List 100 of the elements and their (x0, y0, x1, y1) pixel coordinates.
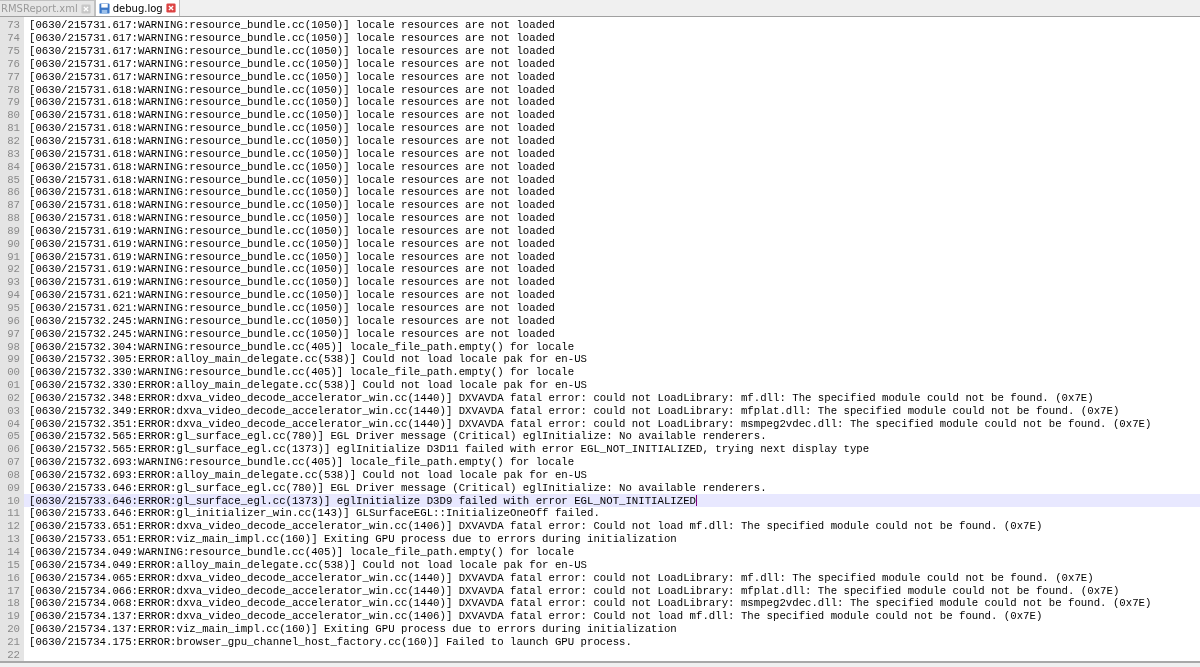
log-line: [0630/215731.618:WARNING:resource_bundle.cc(1050)] locale resources are not loaded (29, 147, 555, 160)
log-line: [0630/215734.049:ERROR:alloy_main_delegate.cc(538)] Could not load locale pak for en-US (29, 558, 587, 571)
line-number: 11 (6, 507, 21, 520)
line-number: 86 (6, 186, 21, 199)
line-number: 87 (6, 199, 21, 212)
log-line: [0630/215732.245:WARNING:resource_bundle.cc(1050)] locale resources are not loaded (29, 314, 555, 327)
line-number: 75 (6, 45, 21, 58)
line-number: 85 (6, 173, 21, 186)
line-number: 14 (6, 546, 21, 558)
log-line: [0630/215731.618:WARNING:resource_bundle.cc(1050)] locale resources are not loaded (29, 96, 555, 109)
line-number: 10 (6, 494, 21, 507)
line-number: 16 (6, 571, 21, 584)
line-number: 73 (6, 19, 21, 32)
line-number: 20 (6, 623, 21, 636)
log-line: [0630/215731.617:WARNING:resource_bundle.cc(1050)] locale resources are not loaded (29, 70, 555, 83)
line-number: 12 (6, 520, 21, 533)
line-number: 79 (6, 96, 21, 109)
log-line: [0630/215734.049:WARNING:resource_bundle.cc(405)] locale_file_path.empty() for locale (29, 546, 575, 558)
file-tab[interactable]: debug.log (94, 0, 180, 16)
log-line: [0630/215732.349:ERROR:dxva_video_decode_accelerator_win.cc(1440)] DXVAVDA fatal error: could not LoadLibrary: mfplat.dll: The specified module could not be found. (0x7E) (29, 404, 1120, 417)
log-line: [0630/215731.619:WARNING:resource_bundle.cc(1050)] locale resources are not loaded (29, 237, 555, 250)
log-line: [0630/215734.068:ERROR:dxva_video_decode_accelerator_win.cc(1440)] DXVAVDA fatal error: could not LoadLibrary: msmpeg2vdec.dll: The specified module could not be found. (0x7E) (29, 597, 1152, 610)
log-line: [0630/215731.618:WARNING:resource_bundle.cc(1050)] locale resources are not loaded (29, 199, 555, 212)
line-number: 19 (6, 610, 21, 623)
log-line: [0630/215731.618:WARNING:resource_bundle.cc(1050)] locale resources are not loaded (29, 109, 555, 122)
log-line: [0630/215731.619:WARNING:resource_bundle.cc(1050)] locale resources are not loaded (29, 250, 555, 263)
line-number: 04 (6, 417, 21, 430)
log-line: [0630/215731.618:WARNING:resource_bundle.cc(1050)] locale resources are not loaded (29, 83, 555, 96)
line-number: 17 (6, 584, 21, 597)
log-line: [0630/215732.348:ERROR:dxva_video_decode_accelerator_win.cc(1440)] DXVAVDA fatal error: could not LoadLibrary: mf.dll: The specified module could not be found. (0x7E) (29, 391, 1094, 404)
log-line: [0630/215732.245:WARNING:resource_bundle.cc(1050)] locale resources are not loaded (29, 327, 555, 340)
log-line: [0630/215732.304:WARNING:resource_bundle.cc(405)] locale_file_path.empty() for locale (29, 340, 575, 353)
text-cursor (696, 495, 697, 507)
log-line: [0630/215734.066:ERROR:dxva_video_decode_accelerator_win.cc(1440)] DXVAVDA fatal error: could not LoadLibrary: mfplat.dll: The specified module could not be found. (0x7E) (29, 584, 1120, 597)
log-line: [0630/215731.617:WARNING:resource_bundle.cc(1050)] locale resources are not loaded (29, 32, 555, 45)
log-line: [0630/215731.618:WARNING:resource_bundle.cc(1050)] locale resources are not loaded (29, 186, 555, 199)
log-line: [0630/215731.617:WARNING:resource_bundle.cc(1050)] locale resources are not loaded (29, 19, 555, 32)
line-number: 93 (6, 276, 21, 289)
log-line: [0630/215732.330:WARNING:resource_bundle.cc(405)] locale_file_path.empty() for locale (29, 366, 575, 379)
log-line: [0630/215731.621:WARNING:resource_bundle.cc(1050)] locale resources are not loaded (29, 289, 555, 302)
line-number: 88 (6, 212, 21, 225)
line-number: 01 (6, 379, 21, 392)
log-line: [0630/215732.351:ERROR:dxva_video_decode_accelerator_win.cc(1440)] DXVAVDA fatal error: could not LoadLibrary: msmpeg2vdec.dll: The specified module could not be found. (0x7E) (29, 417, 1152, 430)
line-number: 15 (6, 558, 21, 571)
line-number: 90 (6, 237, 21, 250)
line-number: 00 (6, 366, 21, 379)
line-number: 99 (6, 353, 21, 366)
line-number: 18 (6, 597, 21, 610)
line-number: 91 (6, 250, 21, 263)
log-line: [0630/215734.137:ERROR:dxva_video_decode_accelerator_win.cc(1406)] DXVAVDA fatal error: Could not load mf.dll: The specified module could not be found. (0x7E) (29, 610, 1043, 623)
line-number: 05 (6, 430, 21, 443)
log-line: [0630/215731.618:WARNING:resource_bundle.cc(1050)] locale resources are not loaded (29, 160, 555, 173)
line-number: 97 (6, 327, 21, 340)
line-number: 96 (6, 314, 21, 327)
log-line: [0630/215733.646:ERROR:gl_surface_egl.cc(780)] EGL Driver message (Critical) eglInitialize: No available renderers. (29, 481, 767, 494)
close-icon[interactable] (165, 3, 176, 13)
line-number: 84 (6, 160, 21, 173)
log-line: [0630/215733.651:ERROR:viz_main_impl.cc(160)] Exiting GPU process due to errors during initialization (29, 533, 677, 546)
line-number: 81 (6, 122, 21, 135)
line-number: 06 (6, 443, 21, 456)
log-line: [0630/215731.618:WARNING:resource_bundle.cc(1050)] locale resources are not loaded (29, 212, 555, 225)
line-number: 08 (6, 468, 21, 481)
line-number: 78 (6, 83, 21, 96)
log-line: [0630/215732.693:WARNING:resource_bundle.cc(405)] locale_file_path.empty() for locale (29, 456, 575, 469)
log-line: [0630/215733.651:ERROR:dxva_video_decode_accelerator_win.cc(1406)] DXVAVDA fatal error: Could not load mf.dll: The specified module could not be found. (0x7E) (29, 520, 1043, 533)
line-number: 77 (6, 70, 21, 83)
log-line: [0630/215731.619:WARNING:resource_bundle.cc(1050)] locale resources are not loaded (29, 276, 555, 289)
line-number: 09 (6, 481, 21, 494)
line-number: 07 (6, 456, 21, 469)
log-line: [0630/215731.617:WARNING:resource_bundle.cc(1050)] locale resources are not loaded (29, 57, 555, 70)
line-number: 82 (6, 135, 21, 147)
line-number: 80 (6, 109, 21, 122)
log-line: [0630/215731.618:WARNING:resource_bundle.cc(1050)] locale resources are not loaded (29, 122, 555, 135)
log-line: [0630/215731.617:WARNING:resource_bundle.cc(1050)] locale resources are not loaded (29, 45, 555, 58)
log-line: [0630/215732.330:ERROR:alloy_main_delegate.cc(538)] Could not load locale pak for en-US (29, 379, 587, 392)
log-line: [0630/215731.621:WARNING:resource_bundle.cc(1050)] locale resources are not loaded (29, 302, 555, 314)
log-line: [0630/215734.175:ERROR:browser_gpu_channel_host_factory.cc(160)] Failed to launch GPU process. (29, 635, 632, 648)
line-number: 03 (6, 404, 21, 417)
log-line: [0630/215731.619:WARNING:resource_bundle.cc(1050)] locale resources are not loaded (29, 263, 555, 276)
line-number: 21 (6, 635, 21, 648)
log-line: [0630/215731.618:WARNING:resource_bundle.cc(1050)] locale resources are not loaded (29, 173, 555, 186)
log-line: [0630/215732.565:ERROR:gl_surface_egl.cc(780)] EGL Driver message (Critical) eglInitialize: No available renderers. (29, 430, 767, 443)
log-line: [0630/215733.646:ERROR:gl_initializer_win.cc(143)] GLSurfaceEGL::InitializeOneOff failed. (29, 507, 600, 520)
log-line: [0630/215732.565:ERROR:gl_surface_egl.cc(1373)] eglInitialize D3D11 failed with error EGL_NOT_INITIALIZED, trying next display type (29, 443, 870, 456)
line-number: 94 (6, 289, 21, 302)
line-number: 22 (6, 648, 21, 661)
log-line: [0630/215733.646:ERROR:gl_surface_egl.cc(1373)] eglInitialize D3D9 failed with error EGL_NOT_INITIALIZED (29, 494, 696, 507)
line-number: 02 (6, 391, 21, 404)
line-number: 76 (6, 57, 21, 70)
line-number: 98 (6, 340, 21, 353)
line-number: 13 (6, 533, 21, 546)
line-number: 92 (6, 263, 21, 276)
log-line: [0630/215731.618:WARNING:resource_bundle.cc(1050)] locale resources are not loaded (29, 135, 555, 147)
log-line: [0630/215734.065:ERROR:dxva_video_decode_accelerator_win.cc(1440)] DXVAVDA fatal error: could not LoadLibrary: mf.dll: The specified module could not be found. (0x7E) (29, 571, 1094, 584)
line-number: 95 (6, 302, 21, 314)
log-line: [0630/215734.137:ERROR:viz_main_impl.cc(160)] Exiting GPU process due to errors during initialization (29, 623, 677, 636)
line-number: 83 (6, 147, 21, 160)
log-line: [0630/215731.619:WARNING:resource_bundle.cc(1050)] locale resources are not loaded (29, 224, 555, 237)
log-line: [0630/215732.305:ERROR:alloy_main_delegate.cc(538)] Could not load locale pak for en-US (29, 353, 587, 366)
line-number: 74 (6, 32, 21, 45)
